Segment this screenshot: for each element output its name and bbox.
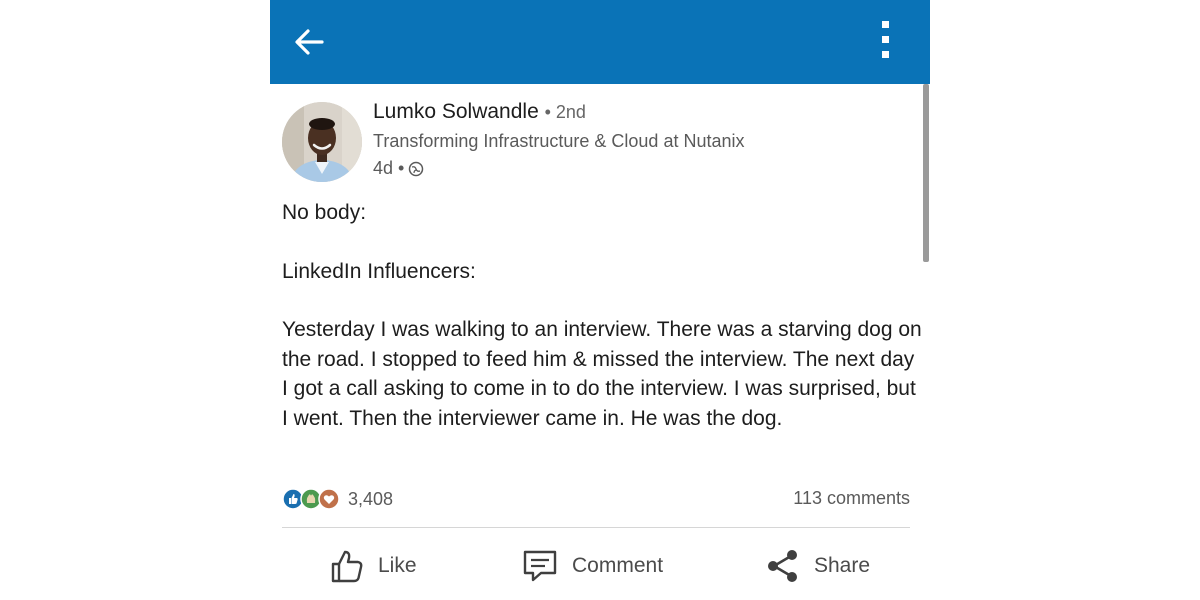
share-label: Share: [814, 554, 871, 577]
author-avatar[interactable]: [282, 102, 362, 182]
post-text-line: LinkedIn Influencers:: [282, 259, 476, 283]
comment-icon: [523, 550, 557, 582]
globe-icon: [409, 161, 424, 176]
post-meta: 4d •: [373, 158, 424, 179]
divider: [282, 527, 910, 528]
love-reaction-icon: [318, 488, 340, 510]
post-text: No body: LinkedIn Influencers: Yesterday…: [282, 198, 922, 433]
like-button[interactable]: Like: [330, 544, 417, 588]
author-name-line: Lumko Solwandle • 2nd: [373, 100, 586, 124]
reactions-summary[interactable]: 3,408: [282, 486, 393, 512]
top-app-bar: [270, 0, 930, 84]
more-options-button[interactable]: [872, 18, 900, 62]
share-button[interactable]: Share: [766, 544, 870, 588]
post-text-line: No body:: [282, 201, 367, 224]
reaction-icons: [282, 488, 340, 510]
back-button[interactable]: [288, 20, 332, 64]
comment-label: Comment: [572, 554, 664, 577]
scrollbar[interactable]: [923, 84, 929, 262]
comments-count[interactable]: 113 comments: [793, 488, 910, 509]
author-headline: Transforming Infrastructure & Cloud at N…: [373, 131, 745, 151]
post-time: 4d •: [373, 158, 405, 178]
post-screen: Lumko Solwandle • 2nd Transforming Infra…: [270, 0, 930, 600]
more-vertical-icon: [882, 21, 889, 58]
reaction-count: 3,408: [348, 488, 394, 509]
connection-degree: • 2nd: [544, 102, 586, 122]
comment-button[interactable]: Comment: [522, 544, 663, 588]
back-arrow-icon: [295, 29, 324, 55]
share-icon: [768, 550, 797, 582]
thumbs-up-icon: [331, 550, 363, 583]
post-text-paragraph: Yesterday I was walking to an interview.…: [282, 318, 922, 430]
author-name[interactable]: Lumko Solwandle: [373, 100, 539, 123]
like-label: Like: [378, 554, 417, 577]
